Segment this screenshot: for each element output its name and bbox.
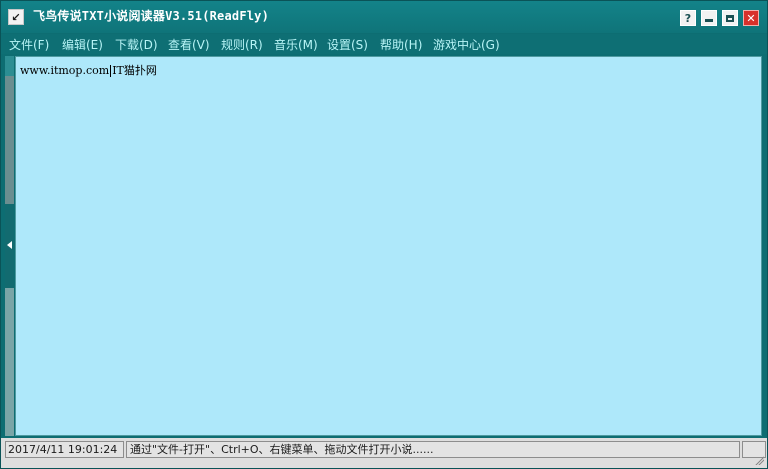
collapse-arrow-icon[interactable]: [7, 241, 12, 249]
splitter-track-lower: [5, 288, 14, 436]
app-window: ↙ 飞鸟传说TXT小说阅读器V3.51(ReadFly) ? ✕ 文件(F) 编…: [0, 0, 768, 469]
close-icon: ✕: [746, 11, 756, 25]
help-icon: ?: [684, 11, 692, 25]
status-datetime: 2017/4/11 19:01:24: [5, 441, 124, 458]
reader-text-url: www.itmop.com: [20, 64, 110, 77]
menu-help[interactable]: 帮助(H): [380, 37, 422, 53]
status-message: 通过"文件-打开"、Ctrl+O、右键菜单、拖动文件打开小说......: [126, 441, 740, 458]
minimize-icon: [705, 19, 713, 22]
menu-settings[interactable]: 设置(S): [327, 37, 368, 53]
splitter-track-upper: [5, 76, 14, 204]
maximize-button[interactable]: [722, 10, 738, 26]
menu-file[interactable]: 文件(F): [9, 37, 49, 53]
menu-game-center[interactable]: 游戏中心(G): [433, 37, 500, 53]
menu-music[interactable]: 音乐(M): [274, 37, 318, 53]
menu-download[interactable]: 下载(D): [115, 37, 158, 53]
title-bar[interactable]: ↙ 飞鸟传说TXT小说阅读器V3.51(ReadFly) ? ✕: [1, 1, 767, 33]
window-title: 飞鸟传说TXT小说阅读器V3.51(ReadFly): [33, 9, 270, 23]
help-button[interactable]: ?: [680, 10, 696, 26]
menu-bar: 文件(F) 编辑(E) 下载(D) 查看(V) 规则(R) 音乐(M) 设置(S…: [1, 34, 767, 54]
close-button[interactable]: ✕: [743, 10, 759, 26]
reader-text: www.itmop.com IT猫扑网: [20, 62, 157, 78]
reader-text-site: IT猫扑网: [112, 64, 157, 77]
minimize-button[interactable]: [701, 10, 717, 26]
menu-rules[interactable]: 规则(R): [221, 37, 263, 53]
app-icon[interactable]: ↙: [8, 9, 24, 25]
maximize-icon: [726, 14, 734, 22]
resize-grip-icon[interactable]: [753, 454, 764, 465]
menu-edit[interactable]: 编辑(E): [62, 37, 103, 53]
status-bar: 2017/4/11 19:01:24 通过"文件-打开"、Ctrl+O、右键菜单…: [1, 438, 767, 468]
menu-view[interactable]: 查看(V): [168, 37, 210, 53]
reading-area[interactable]: www.itmop.com IT猫扑网: [15, 56, 762, 436]
